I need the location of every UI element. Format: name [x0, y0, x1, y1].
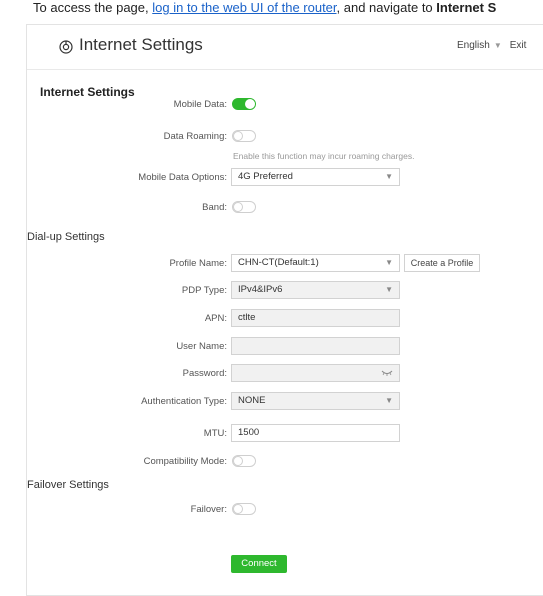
profile-name-label: Profile Name: [169, 258, 227, 269]
auth-type-label: Authentication Type: [141, 396, 227, 407]
mtu-label: MTU: [203, 428, 227, 439]
auth-type-value: NONE [238, 395, 266, 406]
data-roaming-label: Data Roaming: [163, 131, 227, 142]
chevron-down-icon: ▼ [385, 172, 393, 181]
mtu-value: 1500 [238, 427, 260, 438]
chevron-down-icon: ▼ [385, 258, 393, 267]
globe-icon [59, 40, 73, 54]
chevron-down-icon: ▼ [385, 396, 393, 405]
mtu-input[interactable]: 1500 [231, 424, 400, 442]
section-title-failover: Failover Settings [27, 479, 109, 491]
toggle-knob [233, 504, 243, 514]
band-label: Band: [202, 202, 227, 213]
mobile-data-label: Mobile Data: [173, 99, 227, 110]
profile-name-select[interactable]: CHN-CT(Default:1) ▼ [231, 254, 400, 272]
user-name-input[interactable] [231, 337, 400, 355]
toggle-knob [245, 99, 255, 109]
login-link[interactable]: log in to the web UI of the router [152, 0, 336, 15]
toggle-knob [233, 202, 243, 212]
user-name-label: User Name: [176, 341, 227, 352]
mobile-data-options-value: 4G Preferred [238, 171, 293, 182]
apn-value: ctlte [238, 312, 256, 323]
settings-panel: Internet Settings English ▼ Exit Interne… [26, 24, 543, 596]
compat-mode-toggle[interactable] [232, 455, 256, 467]
exit-link[interactable]: Exit [510, 40, 527, 51]
eye-closed-icon[interactable] [381, 369, 393, 377]
pdp-type-select[interactable]: IPv4&IPv6 ▼ [231, 281, 400, 299]
apn-input[interactable]: ctlte [231, 309, 400, 327]
toggle-knob [233, 456, 243, 466]
profile-name-value: CHN-CT(Default:1) [238, 257, 319, 268]
toggle-knob [233, 131, 243, 141]
language-select[interactable]: English [457, 40, 490, 51]
section-title-internet: Internet Settings [40, 85, 135, 99]
compat-mode-label: Compatibility Mode: [143, 456, 227, 467]
failover-toggle[interactable] [232, 503, 256, 515]
pdp-type-value: IPv4&IPv6 [238, 284, 283, 295]
pdp-type-label: PDP Type: [181, 285, 227, 296]
auth-type-select[interactable]: NONE ▼ [231, 392, 400, 410]
panel-header: Internet Settings English ▼ Exit [27, 25, 543, 70]
intro-middle: , and navigate to [336, 0, 437, 15]
header-actions: English ▼ Exit [457, 40, 526, 51]
mobile-data-options-select[interactable]: 4G Preferred ▼ [231, 168, 400, 186]
create-profile-button[interactable]: Create a Profile [404, 254, 480, 272]
password-label: Password: [182, 368, 227, 379]
data-roaming-toggle[interactable] [232, 130, 256, 142]
section-title-dialup: Dial-up Settings [27, 231, 105, 243]
connect-button[interactable]: Connect [231, 555, 287, 573]
failover-label: Failover: [190, 504, 227, 515]
chevron-down-icon: ▼ [493, 41, 502, 50]
apn-label: APN: [204, 313, 227, 324]
intro-prefix: To access the page, [33, 0, 153, 15]
chevron-down-icon: ▼ [385, 285, 393, 294]
intro-bold: Internet S [436, 0, 497, 15]
mobile-data-toggle[interactable] [232, 98, 256, 110]
mobile-data-options-label: Mobile Data Options: [138, 172, 227, 183]
band-toggle[interactable] [232, 201, 256, 213]
intro-text: To access the page, log in to the web UI… [33, 0, 496, 17]
page-title: Internet Settings [79, 35, 203, 54]
password-input[interactable] [231, 364, 400, 382]
roaming-hint: Enable this function may incur roaming c… [233, 151, 415, 161]
